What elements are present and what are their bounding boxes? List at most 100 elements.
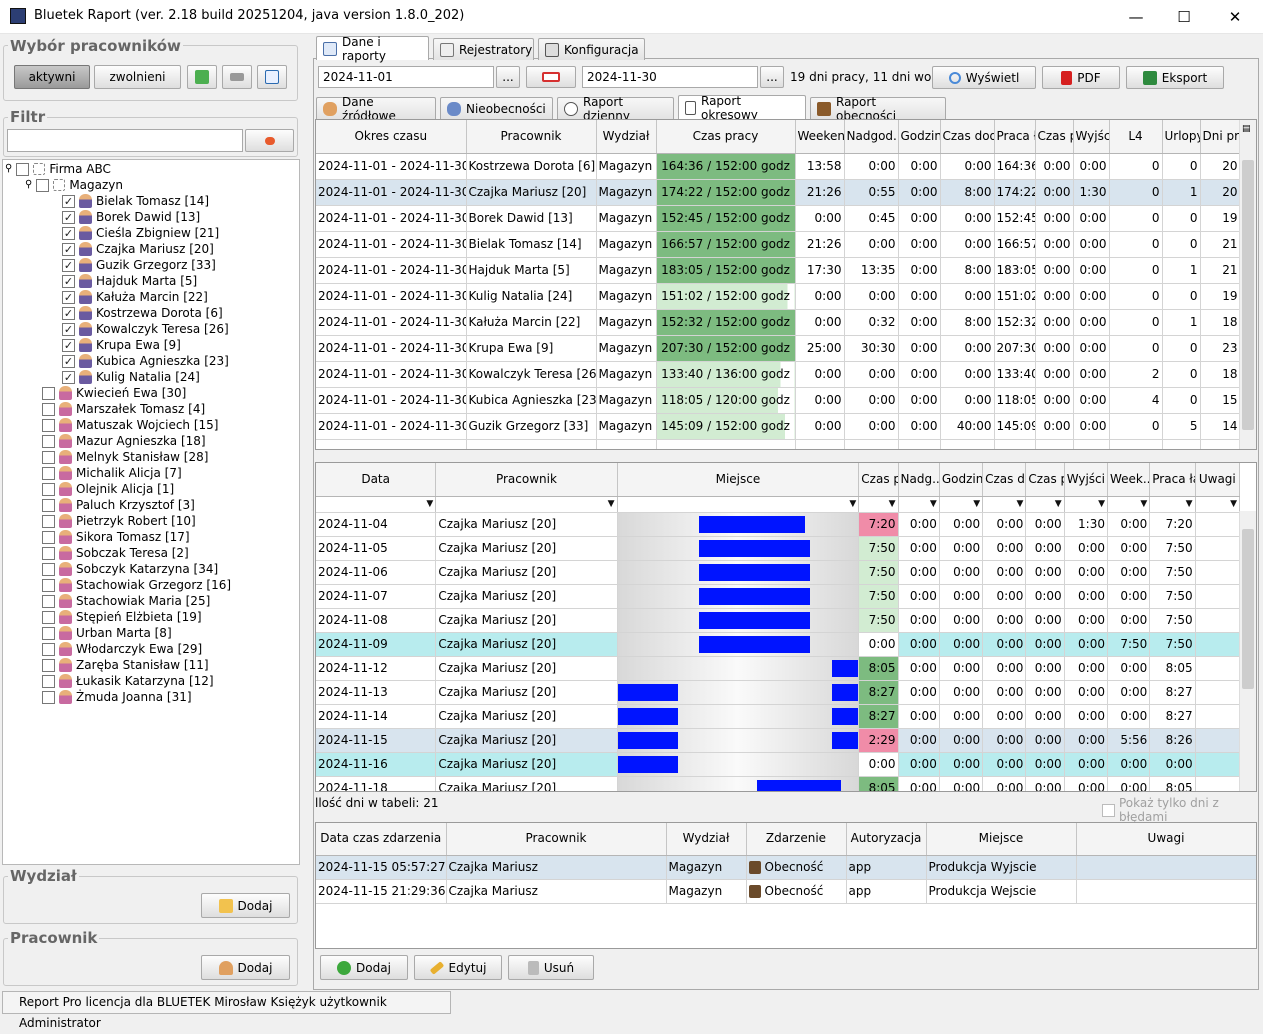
column-filter-dropdown[interactable]: ▼ [1107,496,1151,513]
daily-row[interactable]: 2024-11-13 Czajka Mariusz [20] 8:27 0:00 0:0… [316,680,1241,705]
events-header[interactable]: Zdarzenie [746,823,847,856]
daily-header[interactable]: Uwagi [1195,463,1241,497]
tree-employee[interactable]: ✓ Kostrzewa Dorota [6] [62,305,223,321]
summary-header[interactable]: Okres czasu [316,120,467,154]
tree-employee[interactable]: ✓ Guzik Grzegorz [33] [62,257,216,273]
tree-employee[interactable]: Kwiecień Ewa [30] [42,385,186,401]
daily-header[interactable]: Godziny nocne [939,463,984,497]
tree-checkbox[interactable]: ✓ [62,290,75,304]
column-filter-dropdown[interactable]: ▼ [1025,496,1065,513]
tree-checkbox[interactable] [42,402,55,416]
date-range-button[interactable] [526,66,576,88]
tree-checkbox[interactable] [42,562,55,576]
daily-header[interactable]: Pracownik [435,463,618,497]
tab-data-reports[interactable]: Dane i raporty [316,35,429,63]
summary-header[interactable]: Godziny nocne [898,120,941,154]
show-button[interactable]: Wyświetl [932,66,1036,89]
summary-header[interactable]: Pracownik [466,120,597,154]
tree-employee[interactable]: Stachowiak Maria [25] [42,593,210,609]
events-header[interactable]: Uwagi [1076,823,1256,856]
tree-checkbox[interactable] [42,674,55,688]
summary-scroll-thumb[interactable] [1242,160,1254,430]
tree-checkbox[interactable] [42,658,55,672]
daily-row[interactable]: 2024-11-05 Czajka Mariusz [20] 7:50 0:00 0:0… [316,536,1241,561]
summary-row[interactable]: 2024-11-01 - 2024-11-30 Krupa Ewa [9] Maga… [316,335,1241,362]
tree-checkbox[interactable] [42,594,55,608]
tree-checkbox[interactable] [42,626,55,640]
tree-employee[interactable]: Włodarczyk Ewa [29] [42,641,202,657]
tree-department[interactable]: ⚲ Magazyn [25,177,123,193]
events-header[interactable]: Autoryzacja [846,823,927,856]
tree-employee[interactable]: Urban Marta [8] [42,625,172,641]
add-event-button[interactable]: Dodaj [320,955,408,980]
tab-configuration[interactable]: Konfiguracja [538,38,645,60]
column-filter-dropdown[interactable]: ▼ [1149,496,1196,513]
tree-checkbox[interactable]: ✓ [62,306,75,320]
tree-employee[interactable]: Marszałek Tomasz [4] [42,401,205,417]
tree-checkbox[interactable]: ✓ [62,370,75,384]
tree-checkbox[interactable] [42,578,55,592]
daily-scrollbar[interactable] [1239,511,1256,791]
tree-checkbox[interactable] [42,690,55,704]
events-header[interactable]: Miejsce [926,823,1077,856]
tree-employee[interactable]: Pietrzyk Robert [10] [42,513,196,529]
daily-header[interactable]: Czas pracy [858,463,899,497]
tree-company[interactable]: ⚲ Firma ABC [5,161,111,177]
column-filter-dropdown[interactable]: ▼ [898,496,940,513]
date-to-picker-button[interactable]: ... [760,66,784,88]
summary-row[interactable]: 2024-11-01 - 2024-11-30 Kowalczyk Teresa … [316,361,1241,388]
column-filter-dropdown[interactable]: ▼ [858,496,899,513]
summary-header[interactable]: Praca łącznie [994,120,1036,154]
tree-employee[interactable]: Michalik Alicja [7] [42,465,182,481]
tree-employee[interactable]: Zaręba Stanisław [11] [42,657,209,673]
daily-scroll-thumb[interactable] [1242,529,1254,689]
employee-tree[interactable]: ⚲ Firma ABC ⚲ Magazyn ✓ Bielak Tomasz [14… [2,159,300,865]
daily-row[interactable]: 2024-11-06 Czajka Mariusz [20] 7:50 0:00 0:0… [316,560,1241,585]
daily-row[interactable]: 2024-11-15 Czajka Mariusz [20] 2:29 0:00 0:0… [316,728,1241,753]
summary-row[interactable]: 2024-11-01 - 2024-11-30 Kubica Agnieszka … [316,387,1241,414]
tree-checkbox[interactable]: ✓ [62,322,75,336]
daily-row[interactable]: 2024-11-14 Czajka Mariusz [20] 8:27 0:00 0:0… [316,704,1241,729]
daily-row[interactable]: 2024-11-16 Czajka Mariusz [20] 0:00 0:00 0:0… [316,752,1241,777]
events-header[interactable]: Pracownik [446,823,667,856]
daily-row[interactable]: 2024-11-07 Czajka Mariusz [20] 7:50 0:00 0:0… [316,584,1241,609]
daily-row[interactable]: 2024-11-18 Czajka Mariusz [20] 8:05 0:00 0:0… [316,776,1241,791]
column-chooser-icon[interactable]: ▤ [1242,124,1251,134]
only-errors-box[interactable] [1102,803,1115,817]
tree-toggle-icon[interactable]: ⚲ [5,161,12,177]
refresh-button[interactable] [187,65,217,89]
maximize-button[interactable]: ☐ [1161,4,1207,30]
tree-employee[interactable]: Łukasik Katarzyna [12] [42,673,214,689]
summary-header[interactable]: Weekend praca [795,120,845,154]
summary-row[interactable]: 2024-11-01 - 2024-11-30 Czajka Mariusz [2… [316,179,1241,206]
daily-row[interactable]: 2024-11-09 Czajka Mariusz [20] 0:00 0:00 0:0… [316,632,1241,657]
summary-header[interactable]: Urlopy [1162,120,1201,154]
events-row[interactable]: 2024-11-15 21:29:36 Czajka Mariusz Magazyn… [316,879,1256,904]
summary-header[interactable]: Czas pracy [656,120,796,154]
events-table[interactable]: Data czas zdarzenia Pracownik Wydział Zdarz… [315,822,1257,949]
daily-header[interactable]: Nadg... [898,463,940,497]
add-department-button[interactable]: Dodaj [201,893,290,918]
date-from-picker-button[interactable]: ... [496,66,520,88]
tree-toggle-icon[interactable]: ⚲ [25,177,32,193]
fired-employees-button[interactable]: zwolnieni [94,65,181,89]
tree-checkbox[interactable]: ✓ [62,226,75,240]
tree-employee[interactable]: ✓ Krupa Ewa [9] [62,337,181,353]
subtab-period-report[interactable]: Raport okresowy [678,94,806,122]
tree-employee[interactable]: Olejnik Alicja [1] [42,481,174,497]
tree-employee[interactable]: ✓ Kowalczyk Teresa [26] [62,321,229,337]
subtab-source-data[interactable]: Dane źródłowe [316,95,436,123]
summary-header[interactable]: Czas dodatkow [940,120,995,154]
tree-employee[interactable]: ✓ Borek Dawid [13] [62,209,200,225]
tree-checkbox[interactable]: ✓ [62,274,75,288]
collapse-button[interactable] [222,65,252,89]
daily-header[interactable]: Data [316,463,437,497]
tree-checkbox[interactable]: ✓ [62,354,75,368]
close-button[interactable]: ✕ [1212,4,1258,30]
column-filter-dropdown[interactable]: ▼ [939,496,984,513]
column-filter-dropdown[interactable]: ▼ [982,496,1027,513]
tree-employee[interactable]: Stępień Elżbieta [19] [42,609,202,625]
tree-employee[interactable]: Sobczyk Katarzyna [34] [42,561,218,577]
tree-checkbox[interactable] [42,386,55,400]
tree-checkbox[interactable] [42,482,55,496]
